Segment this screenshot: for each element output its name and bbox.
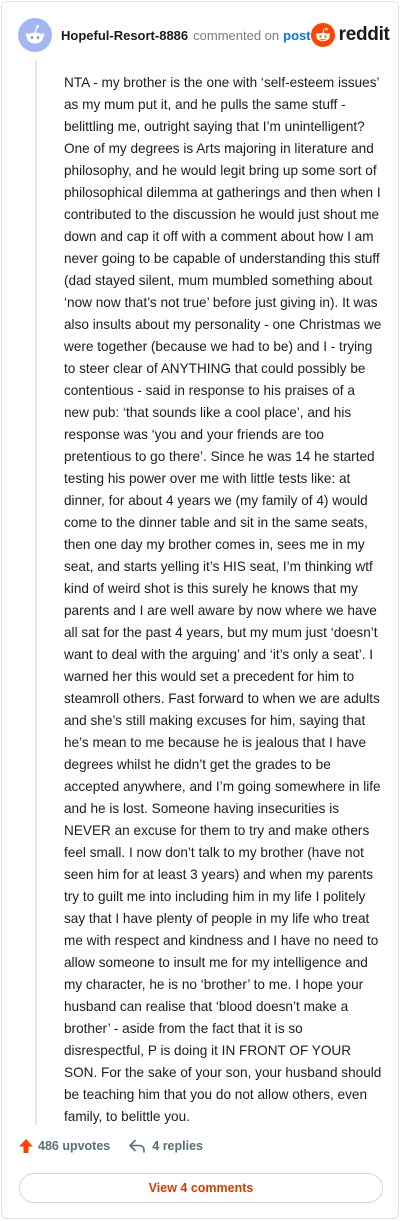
reply-button[interactable]: 4 replies (128, 1139, 203, 1153)
reply-count: 4 replies (152, 1139, 203, 1153)
upvote-button[interactable]: 486 upvotes (18, 1138, 110, 1154)
comment-meta: Hopeful-Resort-8886 commented on post (61, 28, 311, 43)
snoo-avatar-icon (25, 25, 45, 44)
reply-arrow-icon (129, 1139, 146, 1153)
comment-header: Hopeful-Resort-8886 commented on post re… (18, 16, 390, 54)
comment-actions: 486 upvotes 4 replies (18, 1138, 203, 1154)
thread-line[interactable] (35, 60, 37, 1125)
commented-on-text: commented on (193, 27, 280, 43)
reddit-wordmark: reddit (338, 24, 390, 45)
comment-body: NTA - my brother is the one with ‘self-e… (64, 75, 382, 1124)
upvote-arrow-icon (19, 1139, 33, 1153)
post-link[interactable]: post (283, 28, 310, 43)
view-comments-button[interactable]: View 4 comments (19, 1173, 383, 1203)
username-link[interactable]: Hopeful-Resort-8886 (61, 28, 188, 43)
upvote-count: 486 upvotes (38, 1139, 111, 1153)
comment-card: Hopeful-Resort-8886 commented on post re… (1, 1, 399, 1219)
reddit-logo-icon (310, 23, 335, 47)
avatar[interactable] (18, 18, 52, 52)
reddit-logo[interactable]: reddit (310, 23, 390, 47)
